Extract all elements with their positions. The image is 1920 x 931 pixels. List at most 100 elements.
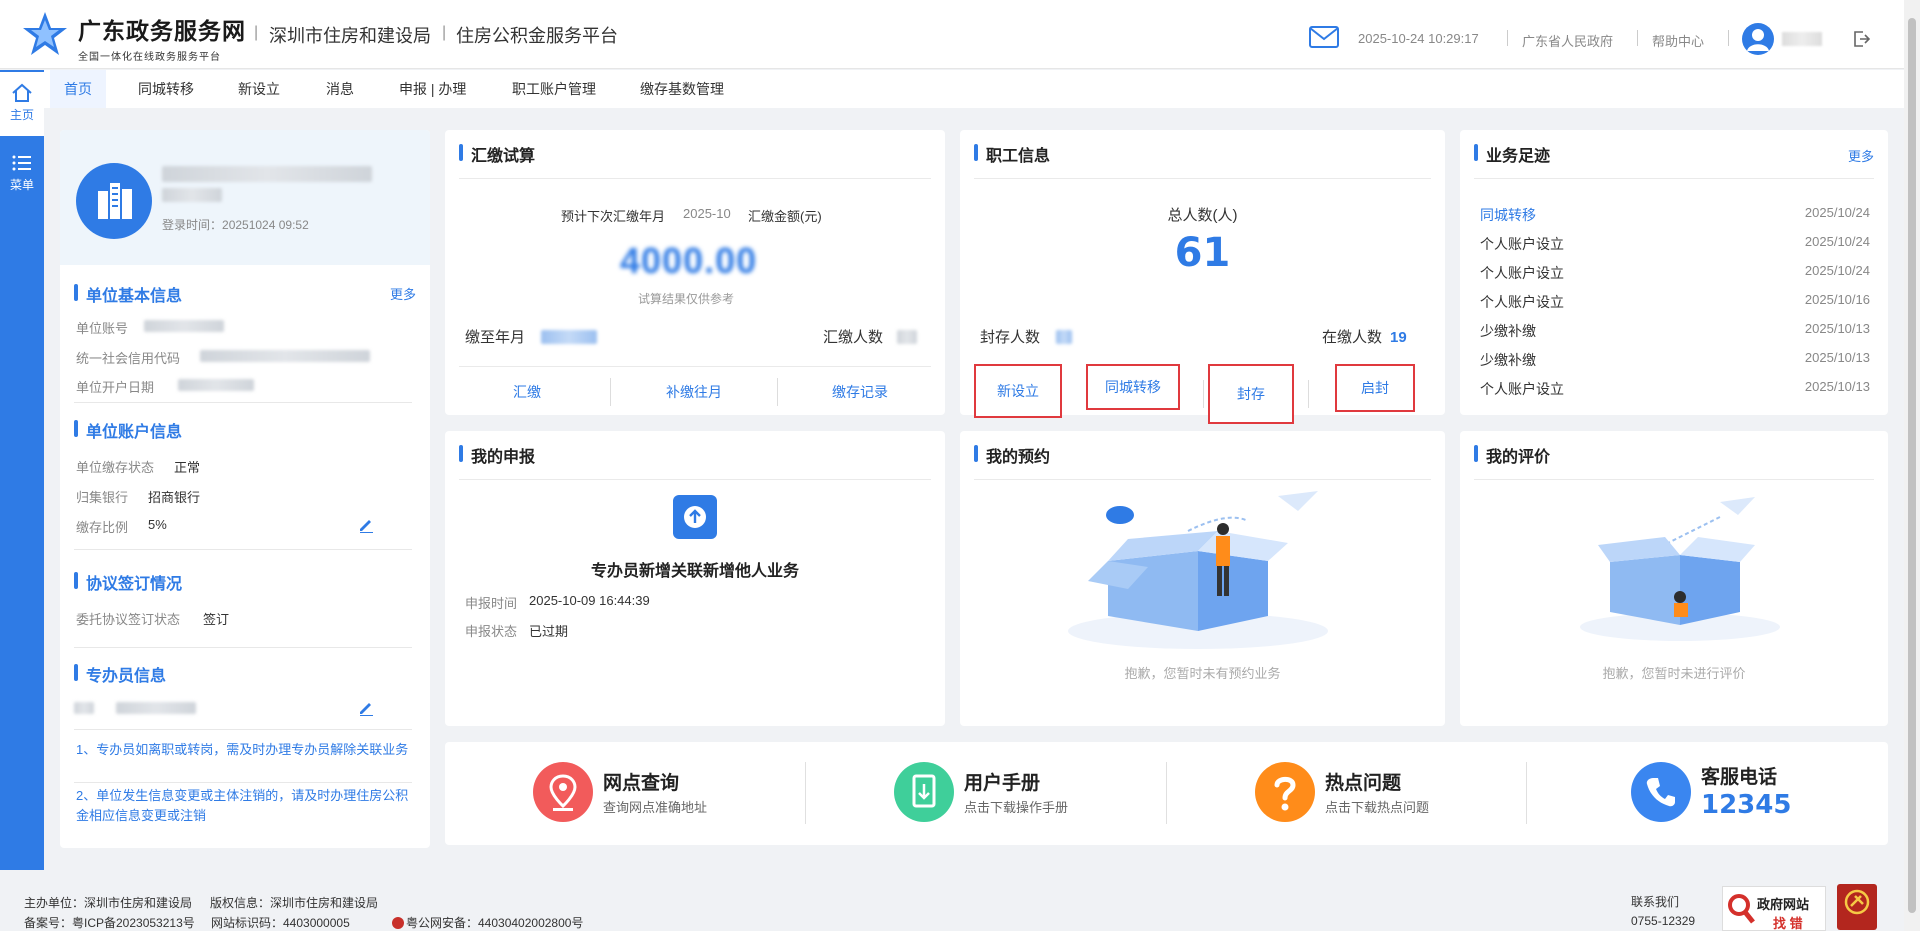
brand-title: 广东政务服务网 [78, 18, 246, 44]
customer-phone[interactable]: 客服电话 12345 [1631, 762, 1851, 826]
trail-row[interactable]: 同城转移 2025/10/24 [1480, 205, 1870, 225]
nav-declare[interactable]: 申报 | 办理 [399, 70, 466, 108]
help-center-link[interactable]: 帮助中心 [1652, 31, 1704, 50]
trail-title: 业务足迹 [1474, 142, 1550, 166]
trail-row[interactable]: 个人账户设立 2025/10/24 [1480, 234, 1870, 254]
branch-query-sub: 查询网点准确地址 [603, 800, 708, 815]
active-count: 在缴人数 19 [1322, 326, 1407, 347]
same-city-transfer-button[interactable]: 同城转移 [1086, 364, 1180, 410]
phone-icon [1631, 762, 1691, 822]
back-pay-link[interactable]: 补缴往月 [666, 382, 722, 402]
empty-box-illustration [1068, 491, 1328, 649]
report-title: 我的申报 [459, 443, 535, 467]
calc-note: 试算结果仅供参考 [638, 292, 735, 306]
login-time-value: 20251024 09:52 [222, 218, 309, 232]
footer-icp[interactable]: 备案号：粤ICP备2023053213号 [24, 914, 195, 931]
divider [74, 647, 412, 648]
hot-questions-title: 热点问题 [1325, 773, 1402, 794]
user-manual-title: 用户手册 [964, 773, 1041, 794]
logout-icon[interactable] [1852, 30, 1870, 48]
manual-icon [894, 762, 954, 822]
nav-deposit-base[interactable]: 缴存基数管理 [640, 70, 724, 108]
trail-row[interactable]: 个人账户设立 2025/10/16 [1480, 292, 1870, 312]
badge-top-text: 政府网站 [1757, 897, 1810, 912]
mail-icon[interactable] [1309, 26, 1339, 48]
footer-police[interactable]: 粤公网安备：44030402002800号 [392, 914, 583, 931]
trail-row-date: 2025/10/13 [1804, 321, 1870, 336]
rail-item-home[interactable]: 主页 [0, 72, 44, 136]
username-masked[interactable] [1782, 32, 1822, 46]
unit-profile: 登录时间：20251024 09:52 [60, 130, 430, 265]
my-report-card: 我的申报 专办员新增关联新增他人业务 申报时间 2025-10-09 16:44… [445, 431, 945, 726]
brand[interactable]: 广东政务服务网 全国一体化在线政务服务平台 [78, 12, 246, 63]
rail-item-menu[interactable]: 菜单 [0, 142, 44, 206]
agreement-value: 签订 [203, 612, 230, 627]
edit-icon[interactable] [358, 700, 374, 716]
gov-link[interactable]: 广东省人民政府 [1522, 31, 1613, 50]
nav-messages[interactable]: 消息 [326, 70, 354, 108]
agreement-title: 协议签订情况 [74, 570, 182, 594]
open-date-label: 单位开户日期 [76, 380, 155, 395]
deposit-record-link[interactable]: 缴存记录 [832, 382, 888, 402]
side-rail: 主页 菜单 [0, 70, 44, 870]
divider [74, 402, 412, 403]
appointment-title: 我的预约 [974, 443, 1050, 467]
sealed-count-label: 封存人数 [980, 329, 1041, 346]
trail-row[interactable]: 个人账户设立 2025/10/13 [1480, 379, 1870, 399]
total-count-value: 61 [1174, 230, 1231, 276]
customer-phone-number: 12345 [1701, 790, 1792, 820]
trail-row[interactable]: 个人账户设立 2025/10/24 [1480, 263, 1870, 283]
open-date-masked [178, 379, 254, 391]
avatar[interactable] [1742, 23, 1774, 55]
upload-icon[interactable] [673, 495, 717, 539]
report-item-title[interactable]: 专办员新增关联新增他人业务 [445, 557, 945, 581]
header-separator: | [442, 24, 447, 41]
scrollbar-thumb[interactable] [1908, 18, 1916, 913]
seal-button[interactable]: 封存 [1208, 364, 1294, 424]
trail-row[interactable]: 少缴补缴 2025/10/13 [1480, 350, 1870, 370]
user-manual-link[interactable]: 用户手册 点击下载操作手册 [894, 762, 1114, 826]
deposit-status-label: 单位缴存状态 [76, 460, 155, 475]
hot-questions-sub: 点击下载热点问题 [1325, 800, 1430, 815]
hot-questions-link[interactable]: 热点问题 点击下载热点问题 [1255, 762, 1475, 826]
paid-until-label: 缴至年月 [465, 329, 526, 346]
divider [459, 479, 931, 480]
trail-more-link[interactable]: 更多 [1848, 146, 1874, 165]
button-divider [1203, 380, 1204, 408]
active-count-label: 在缴人数 [1322, 329, 1383, 346]
nav-new-setup[interactable]: 新设立 [238, 70, 280, 108]
report-status-value: 已过期 [529, 624, 569, 639]
login-time-label: 登录时间： [162, 218, 223, 232]
agent-name-masked [74, 702, 94, 714]
platform-name: 住房公积金服务平台 [456, 26, 618, 46]
trail-row[interactable]: 少缴补缴 2025/10/13 [1480, 321, 1870, 341]
nav-staff-account[interactable]: 职工账户管理 [512, 70, 596, 108]
footer-site-id: 网站标识码：4403000005 [211, 916, 350, 930]
bank-label: 归集银行 [76, 490, 129, 505]
branch-query-link[interactable]: 网点查询 查询网点准确地址 [533, 762, 753, 826]
nav-home[interactable]: 首页 [50, 70, 106, 108]
business-trail-card: 业务足迹 更多 同城转移 2025/10/24 个人账户设立 2025/10/24 … [1460, 130, 1888, 415]
rail-home-label: 主页 [9, 108, 34, 122]
unit-basic-more-link[interactable]: 更多 [390, 284, 416, 303]
location-icon [533, 762, 593, 822]
new-setup-button[interactable]: 新设立 [974, 364, 1062, 418]
edit-icon[interactable] [358, 517, 374, 533]
evaluation-empty-text: 抱歉，您暂时未进行评价 [1602, 666, 1746, 681]
agent-notice-2: 2、单位发生信息变更或主体注销的，请及时办理住房公积金相应信息变更或注销 [76, 788, 409, 823]
nav-same-city-transfer[interactable]: 同城转移 [138, 70, 194, 108]
pay-link[interactable]: 汇缴 [513, 382, 541, 402]
quick-links-strip: 网点查询 查询网点准确地址 用户手册 点击下载操作手册 热点问题 点击下载热点问… [445, 742, 1888, 845]
evaluation-title: 我的评价 [1474, 443, 1550, 467]
brand-subtitle: 全国一体化在线政务服务平台 [78, 52, 221, 63]
pay-count-label: 汇缴人数 [823, 329, 884, 346]
building-icon [76, 163, 152, 239]
footer: 主办单位：深圳市住房和建设局 版权信息：深圳市住房和建设局 备案号：粤ICP备2… [0, 880, 1904, 931]
deposit-status-value: 正常 [174, 460, 201, 475]
active-count-value: 19 [1390, 329, 1407, 346]
divider [74, 729, 412, 730]
unseal-button[interactable]: 启封 [1335, 364, 1415, 412]
party-emblem-icon[interactable] [1837, 884, 1877, 930]
gov-site-error-badge[interactable]: 政府网站 找 错 [1722, 886, 1826, 931]
strip-divider [805, 762, 806, 824]
